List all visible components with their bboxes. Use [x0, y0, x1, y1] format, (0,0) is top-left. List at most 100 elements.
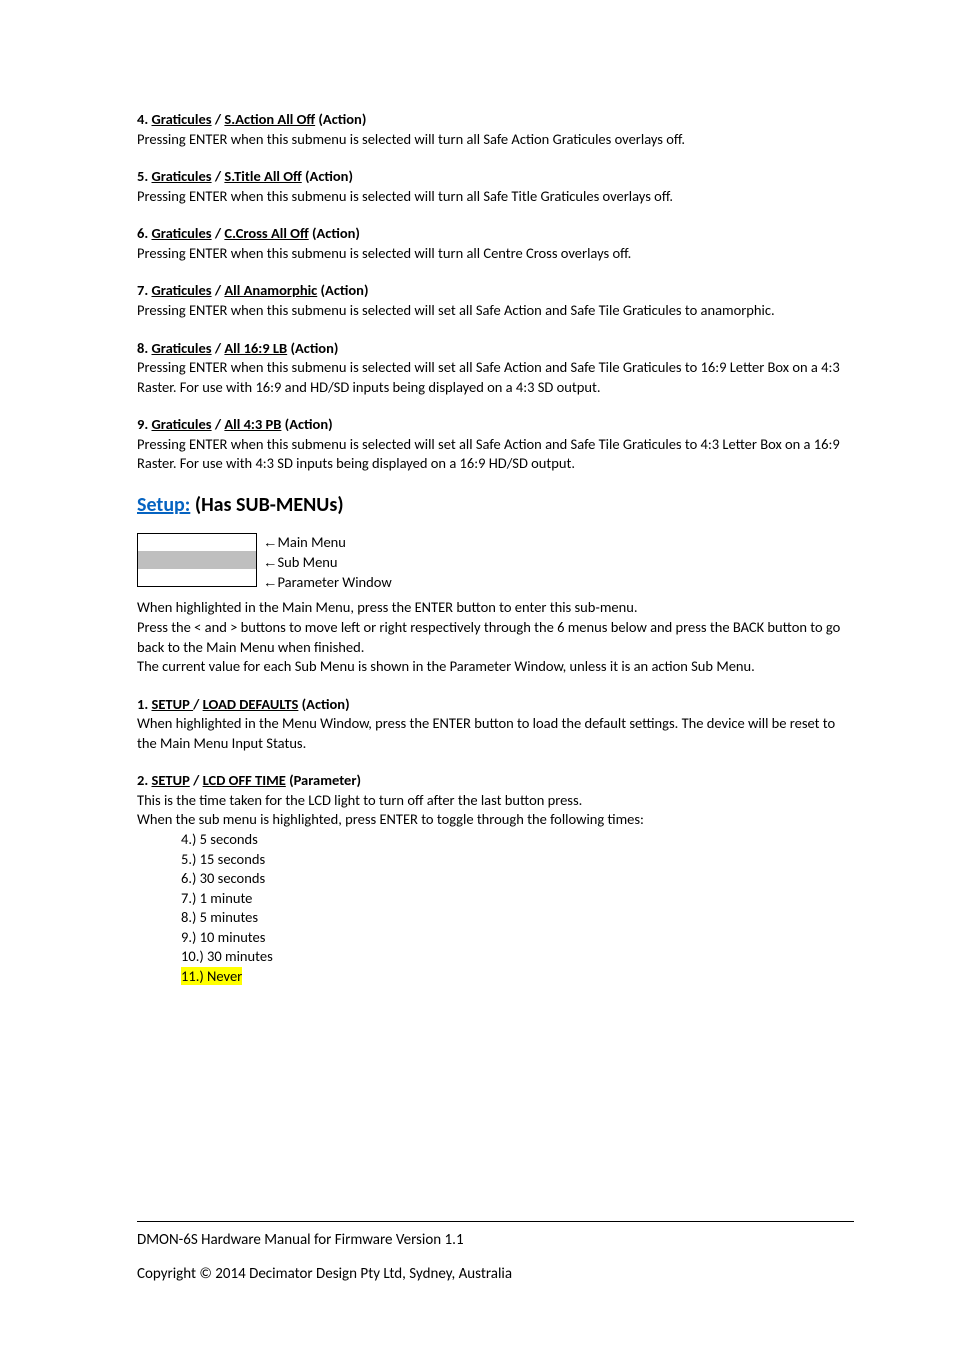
path1: Graticules [152, 281, 212, 299]
path2: C.Cross All Off [224, 224, 308, 242]
body-7: Pressing ENTER when this submenu is sele… [137, 301, 854, 321]
label-sub: ←Sub Menu [263, 553, 392, 573]
num: 1. [137, 695, 152, 713]
menu-labels: ←Main Menu ←Sub Menu ←Parameter Window [263, 533, 392, 593]
body-8: Pressing ENTER when this submenu is sele… [137, 358, 854, 397]
heading-8: 8. Graticules / All 16:9 LB (Action) [137, 339, 854, 359]
setup-heading: Setup: (Has SUB-MENUs) [137, 492, 854, 519]
list-item: 7.) 1 minute [181, 889, 854, 909]
path1: Graticules [152, 339, 212, 357]
list-item: 4.) 5 seconds [181, 830, 854, 850]
list-item: 5.) 15 seconds [181, 850, 854, 870]
heading-6: 6. Graticules / C.Cross All Off (Action) [137, 224, 854, 244]
list-item: 8.) 5 minutes [181, 908, 854, 928]
section-7: 7. Graticules / All Anamorphic (Action) … [137, 281, 854, 320]
intro-l3: The current value for each Sub Menu is s… [137, 657, 854, 677]
menu-diagram: ←Main Menu ←Sub Menu ←Parameter Window [137, 533, 854, 593]
body-9: Pressing ENTER when this submenu is sele… [137, 435, 854, 474]
menu-row-main [138, 534, 256, 551]
path2: All Anamorphic [224, 281, 317, 299]
num: 7. [137, 281, 152, 299]
suffix: (Action) [315, 110, 366, 128]
sep: / [190, 771, 203, 789]
section-5: 5. Graticules / S.Title All Off (Action)… [137, 167, 854, 206]
main-menu-label: Main Menu [278, 533, 346, 551]
path2: S.Action All Off [224, 110, 315, 128]
heading-7: 7. Graticules / All Anamorphic (Action) [137, 281, 854, 301]
suffix: (Action) [298, 695, 349, 713]
footer-rule [137, 1221, 854, 1222]
sep: / [212, 339, 225, 357]
path2: S.Title All Off [224, 167, 301, 185]
setup2-body1: This is the time taken for the LCD light… [137, 791, 854, 811]
page: 4. Graticules / S.Action All Off (Action… [0, 0, 954, 1350]
sep: / [212, 281, 225, 299]
list-item: 10.) 30 minutes [181, 947, 854, 967]
path2: LOAD DEFAULTS [203, 695, 299, 713]
path2: LCD OFF TIME [203, 771, 286, 789]
setup-section-2: 2. SETUP / LCD OFF TIME (Parameter) This… [137, 771, 854, 986]
menu-box [137, 533, 257, 587]
num: 4. [137, 110, 152, 128]
num: 9. [137, 415, 152, 433]
heading-4: 4. Graticules / S.Action All Off (Action… [137, 110, 854, 130]
num: 5. [137, 167, 152, 185]
label-main: ←Main Menu [263, 533, 392, 553]
suffix: (Action) [317, 281, 368, 299]
path1: SETUP [152, 695, 194, 713]
setup1-heading: 1. SETUP / LOAD DEFAULTS (Action) [137, 695, 854, 715]
num: 8. [137, 339, 152, 357]
path2: All 16:9 LB [224, 339, 287, 357]
suffix: (Parameter) [286, 771, 361, 789]
num: 2. [137, 771, 152, 789]
sep: / [212, 224, 225, 242]
setup2-body2: When the sub menu is highlighted, press … [137, 810, 854, 830]
arrow-left-icon: ← [263, 575, 278, 591]
heading-9: 9. Graticules / All 4:3 PB (Action) [137, 415, 854, 435]
menu-row-param [138, 569, 256, 586]
path1: SETUP [152, 771, 190, 789]
suffix: (Action) [302, 167, 353, 185]
arrow-left-icon: ← [263, 535, 278, 551]
path2: All 4:3 PB [224, 415, 281, 433]
label-param: ←Parameter Window [263, 573, 392, 593]
body-5: Pressing ENTER when this submenu is sele… [137, 187, 854, 207]
intro-l2: Press the < and > buttons to move left o… [137, 618, 854, 657]
heading-5: 5. Graticules / S.Title All Off (Action) [137, 167, 854, 187]
path1: Graticules [152, 224, 212, 242]
list-item: 9.) 10 minutes [181, 928, 854, 948]
setup-section-1: 1. SETUP / LOAD DEFAULTS (Action) When h… [137, 695, 854, 754]
num: 6. [137, 224, 152, 242]
sep: / [212, 167, 225, 185]
footer-line-1: DMON-6S Hardware Manual for Firmware Ver… [137, 1230, 854, 1250]
setup-link[interactable]: Setup: [137, 493, 190, 517]
menu-row-sub [138, 551, 256, 568]
section-4: 4. Graticules / S.Action All Off (Action… [137, 110, 854, 149]
suffix: (Action) [287, 339, 338, 357]
body-4: Pressing ENTER when this submenu is sele… [137, 130, 854, 150]
path1: Graticules [152, 415, 212, 433]
list-item: 6.) 30 seconds [181, 869, 854, 889]
intro-l1: When highlighted in the Main Menu, press… [137, 598, 854, 618]
sep: / [212, 415, 225, 433]
sep: / [193, 695, 203, 713]
list-item: 11.) Never [181, 967, 854, 987]
footer-line-2: Copyright © 2014 Decimator Design Pty Lt… [137, 1264, 854, 1284]
setup1-body: When highlighted in the Menu Window, pre… [137, 714, 854, 753]
section-9: 9. Graticules / All 4:3 PB (Action) Pres… [137, 415, 854, 474]
highlighted-item: 11.) Never [181, 967, 242, 985]
path1: Graticules [152, 110, 212, 128]
sub-menu-label: Sub Menu [278, 553, 338, 571]
setup-rest: (Has SUB-MENUs) [190, 493, 343, 517]
suffix: (Action) [309, 224, 360, 242]
lcd-times-list: 4.) 5 seconds 5.) 15 seconds 6.) 30 seco… [137, 830, 854, 987]
arrow-left-icon: ← [263, 555, 278, 571]
path1: Graticules [152, 167, 212, 185]
footer: DMON-6S Hardware Manual for Firmware Ver… [137, 1221, 854, 1299]
setup2-heading: 2. SETUP / LCD OFF TIME (Parameter) [137, 771, 854, 791]
section-8: 8. Graticules / All 16:9 LB (Action) Pre… [137, 339, 854, 398]
section-6: 6. Graticules / C.Cross All Off (Action)… [137, 224, 854, 263]
parameter-window-label: Parameter Window [278, 573, 392, 591]
sep: / [212, 110, 225, 128]
body-6: Pressing ENTER when this submenu is sele… [137, 244, 854, 264]
